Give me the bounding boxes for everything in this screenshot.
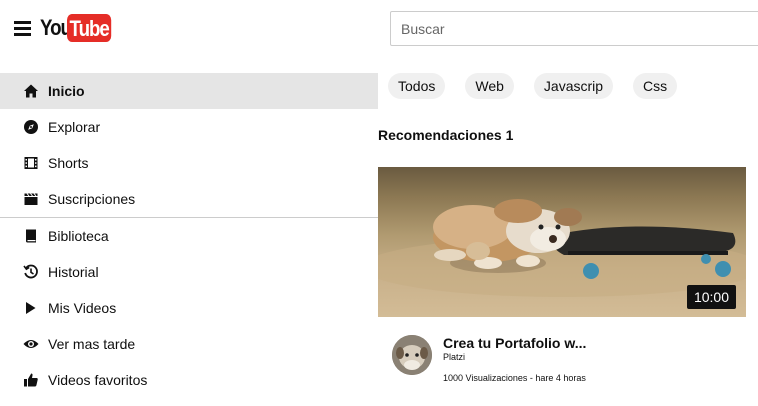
sidebar-item-label: Historial xyxy=(48,264,99,280)
video-meta: 1000 Visualizaciones - hare 4 horas xyxy=(443,373,586,383)
book-icon xyxy=(22,227,40,245)
thumbs-up-icon xyxy=(22,371,40,389)
sidebar-item-label: Biblioteca xyxy=(48,228,109,244)
sidebar-item-label: Shorts xyxy=(48,155,89,171)
logo-tube-text: Tube xyxy=(67,14,112,42)
sidebar-item-label: Inicio xyxy=(48,83,85,99)
chip-javascrip[interactable]: Javascrip xyxy=(533,73,614,99)
avatar-image xyxy=(392,335,432,375)
youtube-logo[interactable]: You Tube xyxy=(40,14,119,42)
film-icon xyxy=(22,154,40,172)
channel-name[interactable]: Platzi xyxy=(443,352,465,362)
sidebar-item-inicio[interactable]: Inicio xyxy=(0,73,378,109)
section-title: Recomendaciones 1 xyxy=(378,127,514,143)
logo-you-text: You xyxy=(40,15,72,40)
sidebar-item-biblioteca[interactable]: Biblioteca xyxy=(0,218,378,254)
chip-css[interactable]: Css xyxy=(633,73,678,99)
play-icon xyxy=(22,299,40,317)
sidebar-item-mis-videos[interactable]: Mis Videos xyxy=(0,290,378,326)
video-title[interactable]: Crea tu Portafolio w... xyxy=(443,335,603,351)
video-thumbnail[interactable]: 10:00 xyxy=(378,167,746,317)
hamburger-menu-icon[interactable] xyxy=(12,19,34,37)
video-duration-badge: 10:00 xyxy=(686,285,736,309)
sidebar-item-explorar[interactable]: Explorar xyxy=(0,109,378,145)
chip-web[interactable]: Web xyxy=(465,73,514,99)
history-icon xyxy=(22,263,40,281)
chip-todos[interactable]: Todos xyxy=(388,73,446,99)
sidebar-item-label: Suscripciones xyxy=(48,191,136,207)
sidebar-item-shorts[interactable]: Shorts xyxy=(0,145,378,181)
sidebar: Inicio Explorar Shorts Suscripciones Bib… xyxy=(0,73,378,398)
filter-chips: Todos Web Javascrip Css xyxy=(388,73,697,99)
compass-icon xyxy=(22,118,40,136)
sidebar-item-label: Videos favoritos xyxy=(48,372,148,388)
sidebar-item-videos-favoritos[interactable]: Videos favoritos xyxy=(0,362,378,398)
eye-icon xyxy=(22,335,40,353)
sidebar-item-historial[interactable]: Historial xyxy=(0,254,378,290)
channel-avatar[interactable] xyxy=(392,335,432,375)
clapperboard-icon xyxy=(22,190,40,208)
sidebar-item-label: Explorar xyxy=(48,119,101,135)
search-input[interactable] xyxy=(390,11,758,46)
sidebar-item-label: Mis Videos xyxy=(48,300,117,316)
home-icon xyxy=(22,82,40,100)
sidebar-item-suscripciones[interactable]: Suscripciones xyxy=(0,181,378,217)
sidebar-item-label: Ver mas tarde xyxy=(48,336,136,352)
sidebar-item-ver-mas-tarde[interactable]: Ver mas tarde xyxy=(0,326,378,362)
